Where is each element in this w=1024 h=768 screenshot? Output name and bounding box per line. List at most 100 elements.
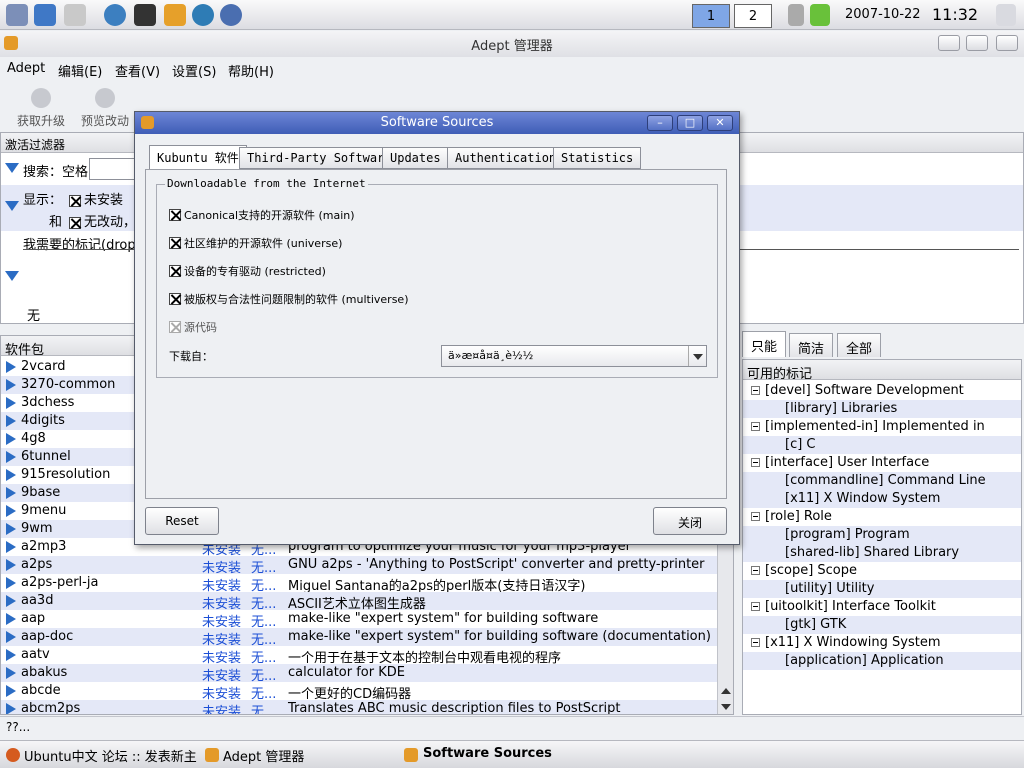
expand-arrow-icon[interactable] [6,631,16,643]
menu-edit[interactable]: 编辑(E) [58,61,102,80]
reset-button[interactable]: Reset [145,507,219,535]
tab-updates[interactable]: Updates [382,147,449,169]
expand-arrow-icon[interactable] [6,577,16,589]
expand-arrow-icon[interactable] [6,505,16,517]
tag-category[interactable]: [x11] X Windowing System [743,634,1021,652]
option-multiverse[interactable]: 被版权与合法性问题限制的软件 (multiverse) [169,291,409,307]
tag-category[interactable]: [interface] User Interface [743,454,1021,472]
package-manager-icon[interactable] [164,4,186,26]
tag-item[interactable]: [library] Libraries [743,400,1021,418]
collapse-minus-icon[interactable] [751,512,760,521]
expand-arrow-icon[interactable] [6,613,16,625]
dialog-close-button[interactable]: ✕ [707,115,733,131]
expand-arrow-icon[interactable] [6,523,16,535]
expand-arrow-icon[interactable] [6,649,16,661]
collapse-icon[interactable] [5,271,19,281]
table-row[interactable]: abakus 未安装 无... calculator for KDE [1,664,717,684]
collapse-minus-icon[interactable] [751,422,760,431]
expand-arrow-icon[interactable] [6,667,16,679]
expand-arrow-icon[interactable] [6,361,16,373]
terminal-icon[interactable] [134,4,156,26]
tab-only[interactable]: 只能 [742,331,787,357]
collapse-minus-icon[interactable] [751,638,760,647]
tab-all[interactable]: 全部 [837,333,882,357]
table-row[interactable]: aap 未安装 无... make-like "expert system" for … [1,610,717,630]
table-row[interactable]: abcm2ps 未安装 无... Translates ABC music descr… [1,700,717,714]
collapse-icon[interactable] [5,163,19,173]
download-server-select[interactable]: ä»æ¤å¤ä¸è½½ [441,345,707,367]
collapse-minus-icon[interactable] [751,566,760,575]
dialog-maximize-button[interactable]: □ [677,115,703,131]
task-forum[interactable]: Ubuntu中文 论坛 :: 发表新主 [24,746,197,765]
task-adept[interactable]: Adept 管理器 [223,746,304,765]
tag-category[interactable]: [uitoolkit] Interface Toolkit [743,598,1021,616]
tag-item[interactable]: [program] Program [743,526,1021,544]
tag-item[interactable]: [gtk] GTK [743,616,1021,634]
expand-arrow-icon[interactable] [6,379,16,391]
expand-arrow-icon[interactable] [6,397,16,409]
desktop-switch-1[interactable]: 1 [692,4,730,28]
tag-item[interactable]: [application] Application [743,652,1021,670]
expand-arrow-icon[interactable] [6,559,16,571]
expand-arrow-icon[interactable] [6,487,16,499]
usb-icon[interactable] [788,4,804,26]
tag-item[interactable]: [x11] X Window System [743,490,1021,508]
desktop-switch-2[interactable]: 2 [734,4,772,28]
settings-icon[interactable] [64,4,86,26]
table-row[interactable]: a2ps 未安装 无... GNU a2ps - 'Anything to PostS… [1,556,717,576]
not-installed-checkbox[interactable]: 未安装 [69,189,123,208]
close-dialog-button[interactable]: 关闭 [653,507,727,535]
expand-arrow-icon[interactable] [6,703,16,714]
expand-arrow-icon[interactable] [6,415,16,427]
clock-time[interactable]: 11:32 [932,5,978,24]
collapse-minus-icon[interactable] [751,602,760,611]
ubuntu-menu-icon[interactable] [6,4,28,26]
battery-icon[interactable] [810,4,830,26]
menu-help[interactable]: 帮助(H) [228,61,274,80]
dialog-minimize-button[interactable]: – [647,115,673,131]
tab-third-party[interactable]: Third-Party Software [239,147,400,169]
network-icon[interactable] [220,4,242,26]
expand-arrow-icon[interactable] [6,433,16,445]
tag-item[interactable]: [c] C [743,436,1021,454]
desktop-icon[interactable] [34,4,56,26]
maximize-button[interactable] [966,35,988,51]
dialog-app-icon[interactable] [141,116,154,129]
table-row[interactable]: abcde 未安装 无... 一个更好的CD编码器 [1,682,717,702]
tag-item[interactable]: [commandline] Command Line [743,472,1021,490]
collapse-icon[interactable] [5,201,19,211]
table-row[interactable]: aap-doc 未安装 无... make-like "expert system" … [1,628,717,648]
tab-statistics[interactable]: Statistics [553,147,642,169]
show-desktop-icon[interactable] [996,4,1016,26]
expand-arrow-icon[interactable] [6,685,16,697]
minimize-button[interactable] [938,35,960,51]
table-row[interactable]: aa3d 未安装 无... ASCII艺术立体图生成器 [1,592,717,612]
scroll-up-icon[interactable] [721,688,731,694]
tag-category[interactable]: [role] Role [743,508,1021,526]
collapse-minus-icon[interactable] [751,458,760,467]
collapse-minus-icon[interactable] [751,386,760,395]
option-restricted[interactable]: 设备的专有驱动 (restricted) [169,263,326,279]
menu-view[interactable]: 查看(V) [115,61,160,80]
tag-category[interactable]: [scope] Scope [743,562,1021,580]
tab-authentication[interactable]: Authentication [447,147,565,169]
expand-arrow-icon[interactable] [6,469,16,481]
tag-category[interactable]: [implemented-in] Implemented in [743,418,1021,436]
option-source-code[interactable]: 源代码 [169,319,217,335]
dialog-titlebar[interactable]: Software Sources – □ ✕ [135,112,739,134]
task-software-sources[interactable]: Software Sources [423,746,552,761]
tag-item[interactable]: [shared-lib] Shared Library [743,544,1021,562]
tag-item[interactable]: [utility] Utility [743,580,1021,598]
expand-arrow-icon[interactable] [6,541,16,553]
expand-arrow-icon[interactable] [6,595,16,607]
fetch-updates-button[interactable]: 获取升级 [6,86,76,129]
konqueror-icon[interactable] [104,4,126,26]
scroll-down-icon[interactable] [721,704,731,710]
table-row[interactable]: a2ps-perl-ja 未安装 无... Miguel Santana的a2ps的p… [1,574,717,594]
option-universe[interactable]: 社区维护的开源软件 (universe) [169,235,342,251]
tab-kubuntu-software[interactable]: Kubuntu 软件 [149,145,247,170]
no-change-checkbox[interactable]: 无改动， [69,211,136,230]
preview-changes-button[interactable]: 预览改动 [70,86,140,129]
menu-settings[interactable]: 设置(S) [172,61,216,80]
table-row[interactable]: aatv 未安装 无... 一个用于在基于文本的控制台中观看电视的程序 [1,646,717,666]
